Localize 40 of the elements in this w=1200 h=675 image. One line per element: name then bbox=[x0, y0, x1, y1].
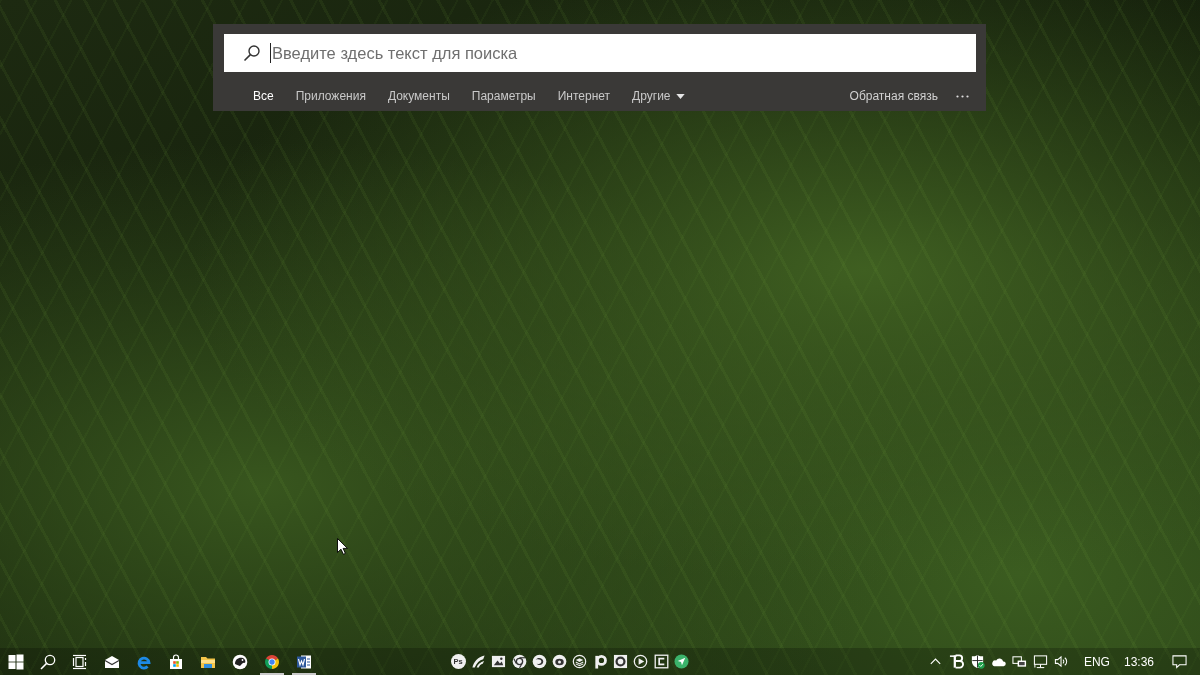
b-logo-icon[interactable] bbox=[948, 654, 964, 669]
envelope-icon bbox=[104, 653, 120, 670]
round-logo-icon bbox=[232, 653, 248, 670]
wing-logo-icon[interactable] bbox=[470, 654, 486, 669]
disc-icon[interactable] bbox=[552, 654, 568, 669]
task-view-icon bbox=[72, 653, 88, 670]
square-ring-icon[interactable] bbox=[613, 654, 628, 669]
c-square-icon[interactable] bbox=[653, 654, 669, 669]
mouse-pointer-icon bbox=[337, 538, 348, 555]
more-icon bbox=[956, 94, 969, 98]
search-icon bbox=[40, 653, 56, 670]
speaker-icon[interactable] bbox=[1053, 654, 1069, 669]
filter-tab[interactable]: Параметры bbox=[460, 86, 547, 106]
notification-icon[interactable] bbox=[1172, 654, 1187, 669]
shopping-bag-icon bbox=[168, 653, 184, 670]
caret-icon bbox=[675, 93, 685, 99]
aperture-icon[interactable] bbox=[511, 654, 527, 669]
text-cursor bbox=[270, 43, 271, 63]
shield-icon[interactable] bbox=[969, 654, 985, 669]
device-icon[interactable] bbox=[1011, 654, 1027, 669]
filter-tab[interactable]: Другие bbox=[621, 86, 696, 106]
search-field[interactable]: Введите здесь текст для поиска bbox=[224, 34, 976, 72]
filter-tab[interactable]: Приложения bbox=[284, 86, 377, 106]
filter-tab[interactable]: Документы bbox=[376, 86, 461, 106]
windows-logo-icon bbox=[8, 653, 24, 670]
chrome-icon bbox=[264, 653, 280, 670]
language-indicator[interactable]: ENG bbox=[1079, 652, 1114, 671]
image-icon[interactable] bbox=[491, 654, 507, 669]
filter-tab[interactable]: Все bbox=[242, 86, 285, 106]
play-icon[interactable] bbox=[633, 654, 649, 669]
monitor-icon[interactable] bbox=[1032, 654, 1048, 669]
feedback-link[interactable]: Обратная связь bbox=[838, 86, 949, 106]
paper-plane-icon[interactable] bbox=[673, 654, 689, 669]
p-logo-icon[interactable] bbox=[592, 654, 608, 669]
word-document-icon bbox=[296, 653, 312, 670]
search-icon bbox=[243, 44, 261, 62]
clock-time[interactable]: 13:36 bbox=[1119, 652, 1158, 671]
swirl-icon[interactable] bbox=[531, 654, 547, 669]
layers-circle-icon[interactable] bbox=[572, 654, 588, 669]
filter-tab[interactable]: Интернет bbox=[546, 86, 622, 106]
